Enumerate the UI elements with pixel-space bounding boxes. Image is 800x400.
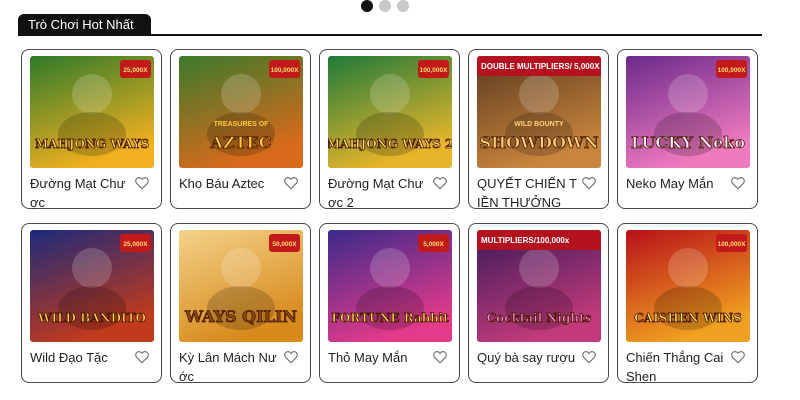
game-logo: Cocktail Nights — [487, 311, 592, 325]
game-name-row: Neko May Mắn — [626, 174, 750, 193]
game-name[interactable]: Chiến Thắng Cai Shen — [626, 348, 728, 386]
game-thumbnail[interactable]: 100,000X CAISHEN WINS — [626, 230, 750, 342]
multiplier-badge: 25,000X — [123, 67, 148, 74]
game-card[interactable]: 100,000X MAHJONG WAYS 2 Đường Mạt Chược 2 — [319, 49, 460, 212]
game-name-row: Kho Báu Aztec — [179, 174, 303, 193]
favorite-heart-icon[interactable] — [432, 349, 448, 365]
game-grid: 25,000X MAHJONG WAYS Đường Mạt Chược 100,00… — [21, 49, 758, 386]
game-name[interactable]: Neko May Mắn — [626, 174, 728, 193]
carousel-dot-1[interactable] — [361, 0, 373, 12]
game-thumbnail[interactable]: DOUBLE MULTIPLIERS/ 5,000X WILD BOUNTY SHO… — [477, 56, 601, 168]
favorite-heart-icon[interactable] — [581, 175, 597, 191]
carousel-dots — [361, 0, 409, 12]
game-name[interactable]: Kỳ Lân Mách Nước — [179, 348, 281, 386]
game-logo: MAHJONG WAYS — [35, 137, 149, 151]
game-name[interactable]: Thỏ May Mắn — [328, 348, 430, 367]
game-thumbnail[interactable]: 5,000X FORTUNE Rabbit — [328, 230, 452, 342]
game-name-row: Đường Mạt Chược 2 — [328, 174, 452, 212]
game-logo: WAYS QILIN — [184, 307, 297, 326]
game-card[interactable]: 100,000X CAISHEN WINS Chiến Thắng Cai Shen — [617, 223, 758, 386]
multiplier-badge: 50,000X — [272, 241, 297, 248]
favorite-heart-icon[interactable] — [432, 175, 448, 191]
favorite-heart-icon[interactable] — [730, 349, 746, 365]
game-thumbnail[interactable]: 25,000X WILD BANDITO — [30, 230, 154, 342]
favorite-heart-icon[interactable] — [134, 349, 150, 365]
game-name-row: Thỏ May Mắn — [328, 348, 452, 367]
game-logo: AZTEC — [210, 133, 272, 152]
section-header: Trò Chơi Hot Nhất — [18, 14, 762, 36]
game-name-row: Wild Đạo Tặc — [30, 348, 154, 367]
game-name[interactable]: Quý bà say rượu — [477, 348, 579, 367]
game-logo: CAISHEN WINS — [634, 311, 742, 325]
game-thumbnail[interactable]: 100,000X LUCKY Neko — [626, 56, 750, 168]
favorite-heart-icon[interactable] — [581, 349, 597, 365]
game-logo: FORTUNE Rabbit — [331, 311, 449, 325]
multiplier-badge: 100,000X — [718, 67, 746, 74]
game-logo: LUCKY Neko — [631, 133, 745, 152]
game-thumbnail[interactable]: MULTIPLIERS/100,000x Cocktail Nights — [477, 230, 601, 342]
game-name-row: QUYẾT CHIẾN TIỀN THƯỞNG — [477, 174, 601, 212]
game-card[interactable]: 25,000X MAHJONG WAYS Đường Mạt Chược — [21, 49, 162, 212]
game-banner: MULTIPLIERS/100,000x — [481, 236, 570, 245]
carousel-dot-3[interactable] — [397, 0, 409, 12]
game-name[interactable]: Wild Đạo Tặc — [30, 348, 132, 367]
game-card[interactable]: 100,000X LUCKY Neko Neko May Mắn — [617, 49, 758, 209]
game-thumbnail[interactable]: 100,000X MAHJONG WAYS 2 — [328, 56, 452, 168]
game-thumbnail[interactable]: 25,000X MAHJONG WAYS — [30, 56, 154, 168]
game-name-row: Đường Mạt Chược — [30, 174, 154, 212]
game-card[interactable]: 50,000X WAYS QILIN Kỳ Lân Mách Nước — [170, 223, 311, 386]
game-logo: WILD BANDITO — [37, 311, 146, 325]
game-banner: DOUBLE MULTIPLIERS/ 5,000X — [481, 62, 600, 71]
game-name[interactable]: QUYẾT CHIẾN TIỀN THƯỞNG — [477, 174, 579, 212]
game-card[interactable]: MULTIPLIERS/100,000x Cocktail Nights Quý b… — [468, 223, 609, 383]
multiplier-badge: 100,000X — [271, 67, 299, 74]
game-name-row: Chiến Thắng Cai Shen — [626, 348, 750, 386]
game-name[interactable]: Đường Mạt Chược — [30, 174, 132, 212]
multiplier-badge: 100,000X — [718, 241, 746, 248]
game-card[interactable]: 100,000X TREASURES OF AZTEC Kho Báu Aztec — [170, 49, 311, 209]
favorite-heart-icon[interactable] — [283, 349, 299, 365]
game-name[interactable]: Kho Báu Aztec — [179, 174, 281, 193]
favorite-heart-icon[interactable] — [730, 175, 746, 191]
game-name[interactable]: Đường Mạt Chược 2 — [328, 174, 430, 212]
carousel-dot-2[interactable] — [379, 0, 391, 12]
game-thumbnail[interactable]: 100,000X TREASURES OF AZTEC — [179, 56, 303, 168]
multiplier-badge: 5,000X — [423, 241, 444, 248]
game-card[interactable]: 25,000X WILD BANDITO Wild Đạo Tặc — [21, 223, 162, 383]
game-name-row: Quý bà say rượu — [477, 348, 601, 367]
game-thumbnail[interactable]: 50,000X WAYS QILIN — [179, 230, 303, 342]
game-name-row: Kỳ Lân Mách Nước — [179, 348, 303, 386]
multiplier-badge: 25,000X — [123, 241, 148, 248]
favorite-heart-icon[interactable] — [283, 175, 299, 191]
game-logo: MAHJONG WAYS 2 — [328, 137, 452, 151]
game-logo-subtitle: WILD BOUNTY — [514, 121, 564, 128]
game-card[interactable]: 5,000X FORTUNE Rabbit Thỏ May Mắn — [319, 223, 460, 383]
game-logo-subtitle: TREASURES OF — [214, 121, 270, 128]
game-card[interactable]: DOUBLE MULTIPLIERS/ 5,000X WILD BOUNTY SHO… — [468, 49, 609, 212]
multiplier-badge: 100,000X — [420, 67, 448, 74]
section-title: Trò Chơi Hot Nhất — [18, 14, 151, 36]
favorite-heart-icon[interactable] — [134, 175, 150, 191]
game-logo: SHOWDOWN — [480, 133, 599, 152]
